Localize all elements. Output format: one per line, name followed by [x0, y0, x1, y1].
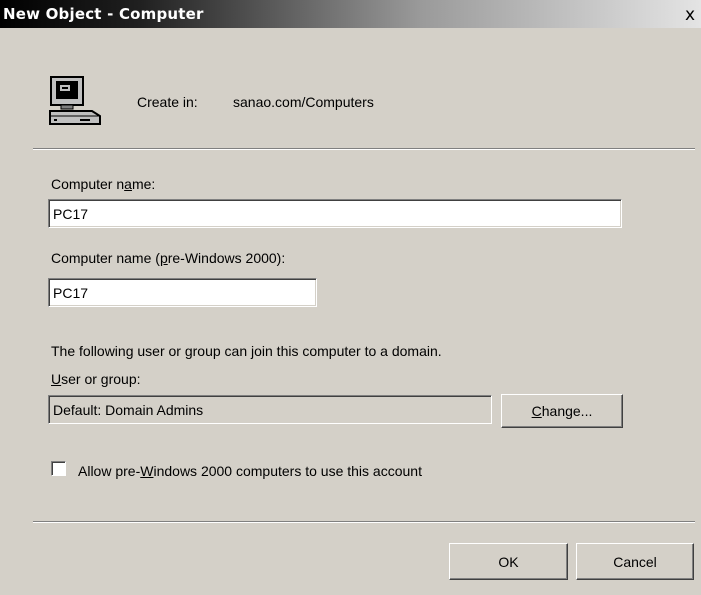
create-in-label: Create in:: [137, 94, 198, 110]
header-divider: [33, 148, 695, 150]
change-button[interactable]: Change...: [501, 394, 623, 428]
computer-icon: [49, 76, 101, 125]
user-or-group-field: [48, 395, 492, 424]
close-button[interactable]: x: [685, 6, 701, 24]
join-domain-info-text: The following user or group can join thi…: [51, 343, 442, 359]
computer-name-input[interactable]: [48, 199, 622, 228]
computer-name-label: Computer name:: [51, 176, 156, 192]
title-bar[interactable]: New Object - Computer x: [0, 0, 701, 28]
window-title: New Object - Computer: [3, 5, 204, 23]
footer-divider: [33, 521, 695, 523]
pre-windows-2000-name-label: Computer name (pre-Windows 2000):: [51, 250, 286, 266]
pre-windows-2000-name-input[interactable]: [48, 278, 317, 307]
ok-button[interactable]: OK: [449, 543, 568, 580]
new-object-computer-dialog: New Object - Computer x Create in: sanao…: [0, 0, 701, 595]
create-in-path: sanao.com/Computers: [233, 94, 374, 110]
allow-pre-windows-2000-label[interactable]: Allow pre-Windows 2000 computers to use …: [78, 463, 422, 479]
cancel-button[interactable]: Cancel: [576, 543, 694, 580]
user-or-group-label: User or group:: [51, 371, 141, 387]
allow-pre-windows-2000-checkbox[interactable]: [51, 461, 66, 476]
